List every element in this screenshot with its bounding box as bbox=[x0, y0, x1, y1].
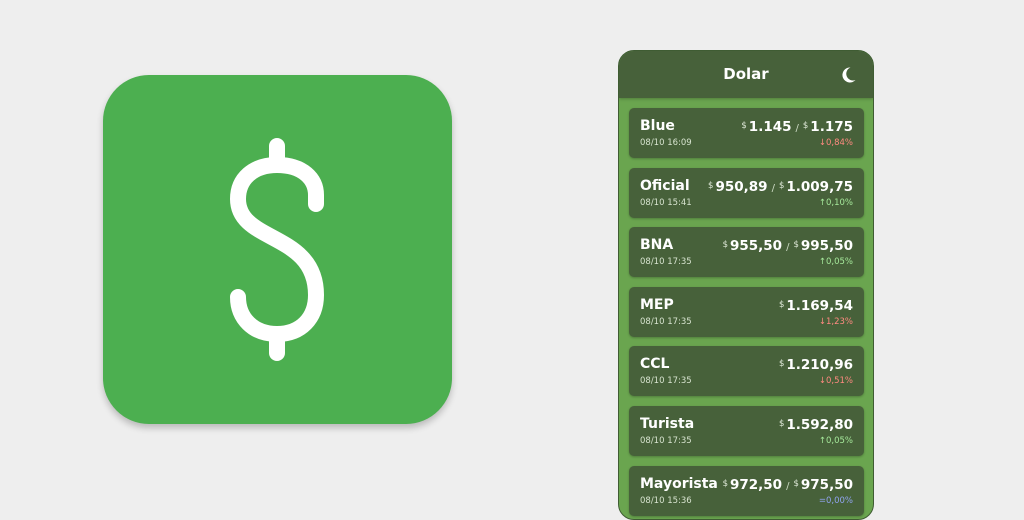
quote-date: 08/10 16:09 bbox=[640, 138, 692, 148]
quote-date: 08/10 17:35 bbox=[640, 435, 692, 446]
quote-change: =0,00% bbox=[818, 495, 853, 506]
quote-card-oficial[interactable]: Oficial 08/10 15:41 $950,89/$1.009,75 ↑0… bbox=[629, 167, 864, 218]
quote-change: ↑0,05% bbox=[818, 435, 853, 446]
quote-prices: $1.592,80 bbox=[779, 417, 853, 433]
quote-change: ↓1,23% bbox=[818, 316, 853, 327]
quote-date: 08/10 17:35 bbox=[640, 257, 692, 268]
sell-price: 1.169,54 bbox=[786, 297, 853, 314]
currency-symbol: $ bbox=[802, 121, 809, 131]
currency-symbol: $ bbox=[793, 240, 799, 251]
buy-price: 950,89 bbox=[715, 178, 768, 195]
sell-price: 1.210,96 bbox=[786, 357, 853, 374]
quote-name: CCL bbox=[640, 356, 670, 373]
quote-name: Oficial bbox=[640, 177, 690, 194]
quote-change: ↑0,05% bbox=[818, 257, 853, 268]
price-separator: / bbox=[786, 480, 790, 492]
quote-list: Blue 08/10 16:09 $1.145/$1.175 ↓0,84% Of… bbox=[629, 108, 864, 519]
quote-date: 08/10 15:36 bbox=[640, 495, 692, 506]
price-separator: / bbox=[771, 182, 775, 194]
currency-symbol: $ bbox=[778, 180, 785, 191]
quote-name: Turista bbox=[640, 415, 695, 432]
quote-card-bna[interactable]: BNA 08/10 17:35 $955,50/$995,50 ↑0,05% bbox=[629, 227, 864, 278]
currency-symbol: $ bbox=[722, 478, 728, 489]
sell-price: 975,50 bbox=[800, 476, 853, 493]
quote-change: ↓0,51% bbox=[818, 376, 853, 387]
sell-price: 995,50 bbox=[800, 238, 853, 255]
quote-name: MEP bbox=[640, 296, 674, 313]
buy-price: 955,50 bbox=[729, 238, 783, 255]
currency-symbol: $ bbox=[778, 418, 785, 429]
quote-change: ↓0,84% bbox=[818, 138, 853, 148]
quote-prices: $1.145/$1.175 bbox=[741, 119, 853, 135]
buy-price: 972,50 bbox=[729, 476, 783, 493]
quote-card-mep[interactable]: MEP 08/10 17:35 $1.169,54 ↓1,23% bbox=[629, 286, 864, 337]
currency-symbol: $ bbox=[778, 299, 785, 310]
quote-prices: $1.169,54 bbox=[779, 298, 853, 314]
currency-symbol: $ bbox=[793, 478, 799, 489]
panel-title: Dolar bbox=[723, 65, 769, 83]
currency-symbol: $ bbox=[708, 180, 714, 191]
quote-card-mayorista[interactable]: Mayorista 08/10 15:36 $972,50/$975,50 =0… bbox=[629, 465, 864, 516]
quote-change: ↑0,10% bbox=[818, 197, 853, 208]
quote-date: 08/10 17:35 bbox=[640, 376, 692, 387]
price-separator: / bbox=[786, 242, 790, 254]
quote-card-blue[interactable]: Blue 08/10 16:09 $1.145/$1.175 ↓0,84% bbox=[629, 108, 864, 158]
dollar-sign-icon bbox=[230, 138, 324, 361]
currency-symbol: $ bbox=[722, 240, 728, 251]
quote-prices: $950,89/$1.009,75 bbox=[708, 179, 853, 195]
panel-header: Dolar bbox=[619, 51, 873, 98]
quote-prices: $955,50/$995,50 bbox=[723, 238, 853, 254]
price-separator: / bbox=[795, 123, 799, 134]
buy-price: 1.145 bbox=[748, 119, 792, 135]
sell-price: 1.009,75 bbox=[786, 178, 853, 195]
quote-date: 08/10 15:41 bbox=[640, 197, 692, 208]
currency-symbol: $ bbox=[741, 121, 747, 131]
app-icon bbox=[103, 75, 452, 424]
quote-card-turista[interactable]: Turista 08/10 17:35 $1.592,80 ↑0,05% bbox=[629, 405, 864, 456]
quote-name: BNA bbox=[640, 237, 674, 254]
quote-prices: $1.210,96 bbox=[779, 357, 853, 373]
currency-symbol: $ bbox=[778, 359, 785, 370]
quote-name: Blue bbox=[640, 118, 675, 134]
sell-price: 1.175 bbox=[810, 119, 853, 135]
quote-card-ccl[interactable]: CCL 08/10 17:35 $1.210,96 ↓0,51% bbox=[629, 346, 864, 397]
sell-price: 1.592,80 bbox=[786, 416, 853, 433]
quotes-panel: Dolar Blue 08/10 16:09 $1.145/$1.175 ↓0,… bbox=[618, 50, 874, 520]
moon-icon[interactable] bbox=[837, 64, 859, 86]
quote-prices: $972,50/$975,50 bbox=[723, 477, 853, 493]
quote-name: Mayorista bbox=[640, 475, 718, 492]
quote-date: 08/10 17:35 bbox=[640, 316, 692, 327]
